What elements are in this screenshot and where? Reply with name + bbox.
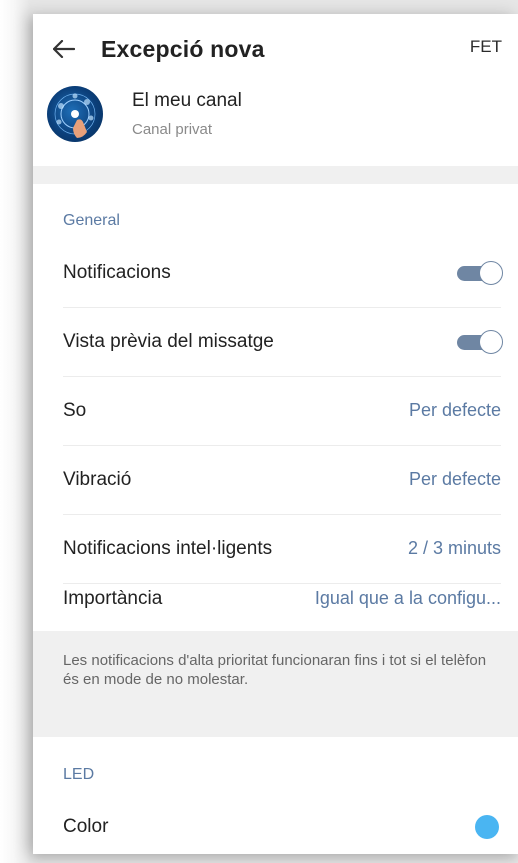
channel-type: Canal privat [132,121,213,138]
notifications-toggle[interactable] [455,260,503,285]
smart-notifications-value: 2 / 3 minuts [407,538,501,558]
importance-row[interactable]: Importància Igual que a la configu... [63,583,501,631]
note-text: Les notificacions d'alta prioritat funci… [63,652,487,688]
smart-notifications-label: Notificacions intel·ligents [63,537,273,559]
led-color-swatch[interactable] [475,815,499,839]
section-title-general: General [63,212,120,229]
preview-label: Vista prèvia del missatge [63,330,274,352]
channel-name: El meu canal [132,90,242,111]
vibration-row[interactable]: Vibració Per defecte [63,445,501,515]
toggle-knob [479,260,503,285]
avatar-graphic [54,93,96,138]
toggle-knob [479,329,503,354]
vibration-value: Per defecte [408,469,501,489]
phone-screen: Excepció nova FET El meu canal Canal pri… [33,14,518,854]
vibration-label: Vibració [63,468,132,490]
channel-info: El meu canal Canal privat [33,84,518,166]
info-note: Les notificacions d'alta prioritat funci… [33,631,518,737]
led-color-label: Color [63,816,109,837]
channel-avatar [47,86,103,142]
preview-toggle[interactable] [455,329,503,354]
notifications-row[interactable]: Notificacions [63,238,503,308]
done-button[interactable]: FET [470,37,502,57]
preview-row[interactable]: Vista prèvia del missatge [63,307,503,377]
smart-notifications-row[interactable]: Notificacions intel·ligents 2 / 3 minuts [63,514,501,584]
back-button[interactable] [47,32,81,66]
page-title: Excepció nova [101,35,265,62]
sound-value: Per defecte [408,400,501,420]
notifications-label: Notificacions [63,261,171,283]
arrow-left-icon [53,40,75,58]
importance-value: Igual que a la configu... [314,588,501,608]
app-bar: Excepció nova FET [33,14,518,84]
importance-label: Importància [63,588,163,609]
sound-row[interactable]: So Per defecte [63,376,501,446]
section-divider [33,166,518,184]
led-color-row[interactable]: Color [63,794,501,854]
sound-label: So [63,399,87,421]
section-title-led: LED [63,766,95,783]
